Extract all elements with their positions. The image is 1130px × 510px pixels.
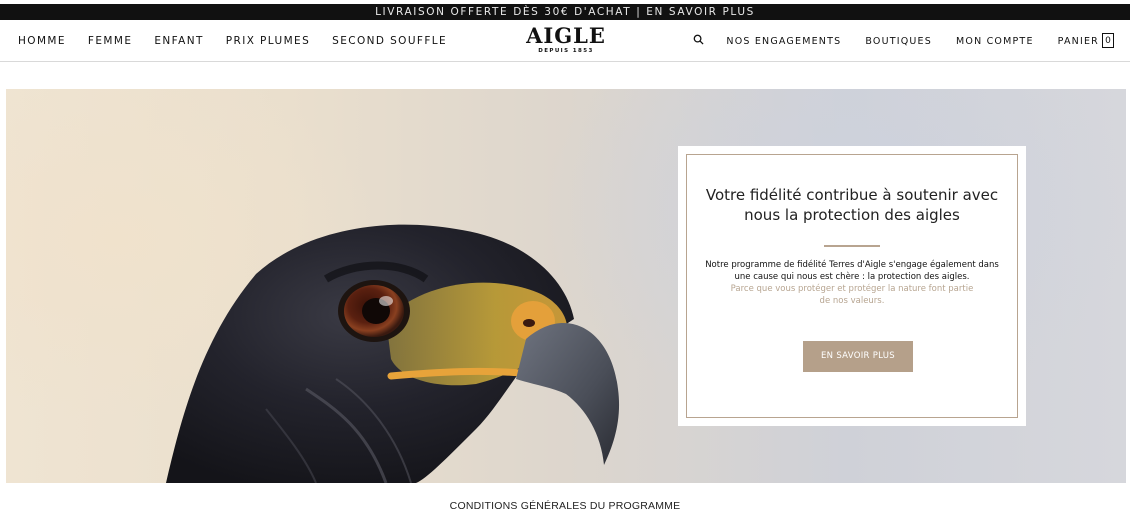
program-terms-link[interactable]: CONDITIONS GÉNÉRALES DU PROGRAMME [0,500,1130,510]
promo-divider [824,245,880,247]
cart-count-badge: 0 [1102,32,1114,48]
promo-text: Notre programme de fidélité Terres d'Aig… [705,259,999,282]
logo-since: DEPUIS 1853 [538,48,594,54]
announcement-link[interactable]: LIVRAISON OFFERTE DÈS 30€ D'ACHAT | EN S… [375,6,755,18]
cart-button[interactable]: PANIER 0 [1057,32,1114,49]
nav-enfant[interactable]: ENFANT [154,35,203,47]
search-icon[interactable] [693,34,704,48]
nav-account[interactable]: MON COMPTE [956,36,1034,47]
loyalty-promo-card: Votre fidélité contribue à soutenir avec… [678,146,1026,426]
promo-subtext: Parce que vous protéger et protéger la n… [730,283,974,306]
learn-more-button[interactable]: EN SAVOIR PLUS [803,340,913,372]
main-nav: HOMME FEMME ENFANT PRIX PLUMES SECOND SO… [18,20,469,62]
nav-engagements[interactable]: NOS ENGAGEMENTS [726,36,841,47]
promo-title: Votre fidélité contribue à soutenir avec… [705,186,999,224]
logo-name: AIGLE [526,23,606,48]
nav-boutiques[interactable]: BOUTIQUES [865,36,932,47]
utility-nav: NOS ENGAGEMENTS BOUTIQUES MON COMPTE PAN… [693,20,1114,62]
site-header: HOMME FEMME ENFANT PRIX PLUMES SECOND SO… [0,20,1130,62]
promo-frame: Votre fidélité contribue à soutenir avec… [686,154,1018,418]
nav-homme[interactable]: HOMME [18,35,66,47]
hero-banner: Votre fidélité contribue à soutenir avec… [6,89,1126,483]
nav-second-souffle[interactable]: SECOND SOUFFLE [332,35,447,47]
brand-logo[interactable]: AIGLE DEPUIS 1853 [514,23,618,55]
announcement-bar: LIVRAISON OFFERTE DÈS 30€ D'ACHAT | EN S… [0,4,1130,20]
nav-femme[interactable]: FEMME [88,35,132,47]
nav-prix-plumes[interactable]: PRIX PLUMES [226,35,310,47]
cart-label: PANIER [1057,35,1099,47]
